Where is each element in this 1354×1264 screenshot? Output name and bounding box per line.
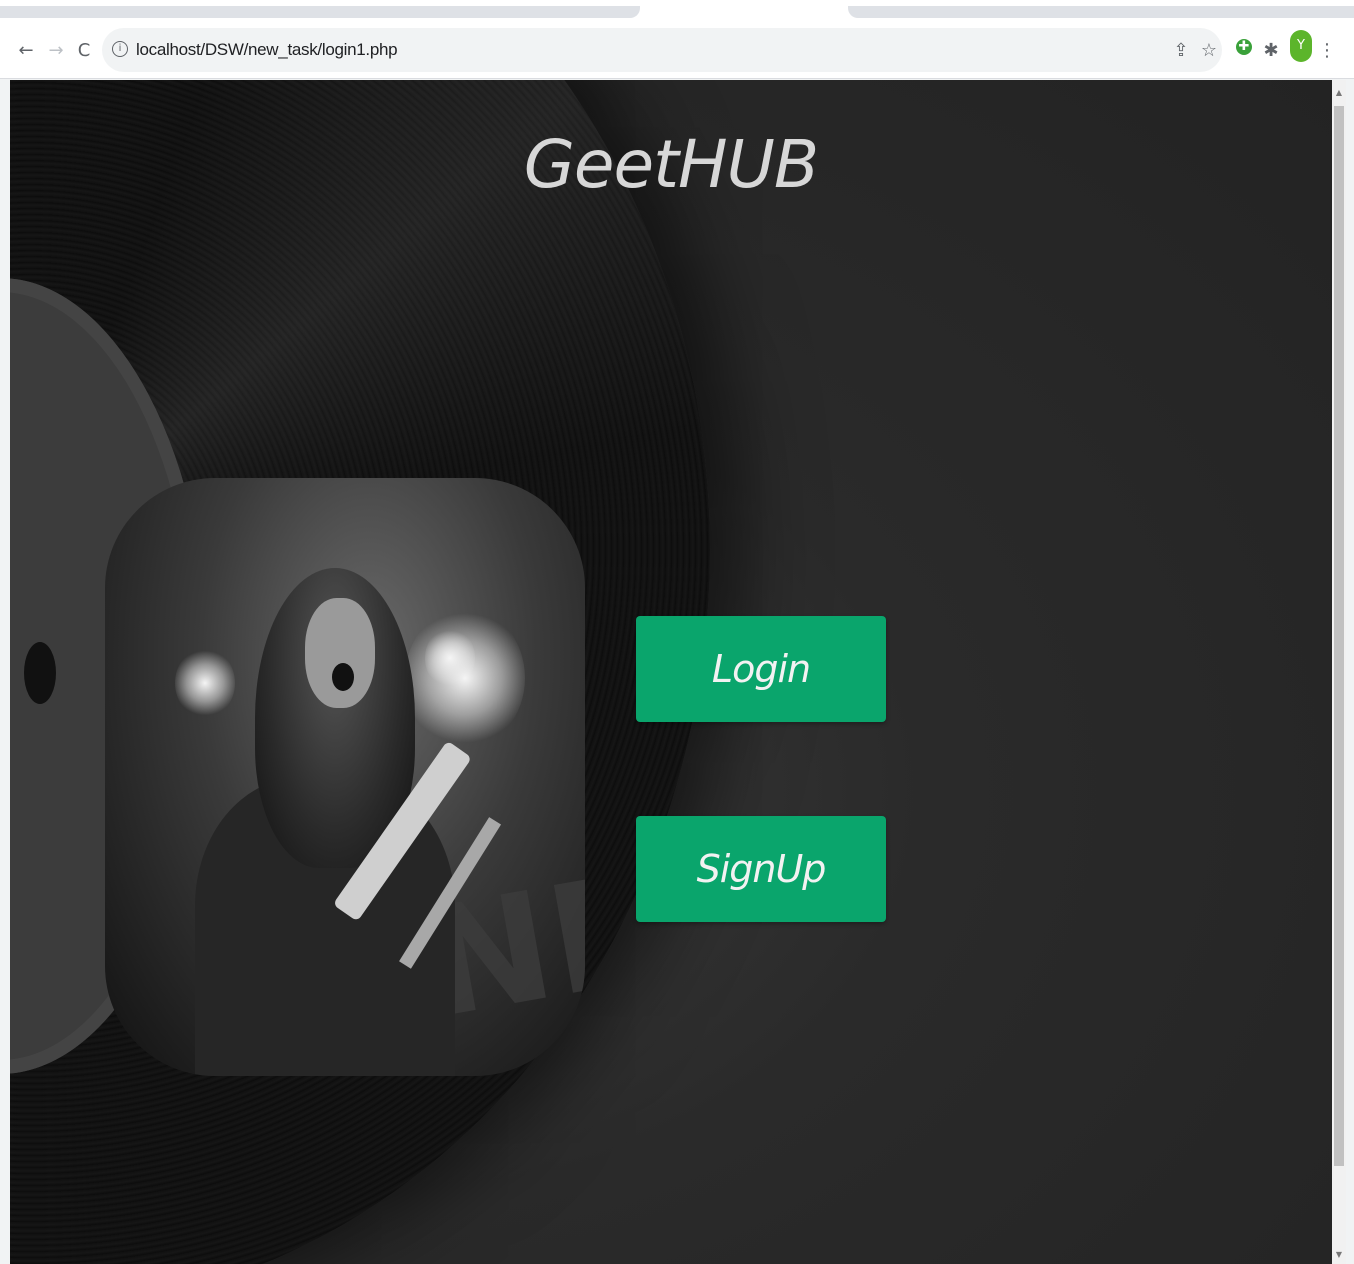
page-viewport: GeetHUB ND Login SignUp xyxy=(10,80,1332,1264)
scrollbar-thumb[interactable] xyxy=(1334,106,1344,1166)
stage-light xyxy=(425,628,475,688)
login-button[interactable]: Login xyxy=(636,616,886,722)
url-text[interactable]: localhost/DSW/new_task/login1.php xyxy=(136,40,398,60)
guitarist-mouth xyxy=(332,663,354,691)
vertical-scrollbar[interactable]: ▲ ▼ xyxy=(1332,80,1346,1264)
browser-toolbar: ← → C i localhost/DSW/new_task/login1.ph… xyxy=(0,22,1354,79)
record-spindle xyxy=(24,642,56,704)
guitarist-face xyxy=(305,598,375,708)
forward-button[interactable]: → xyxy=(42,36,70,64)
forward-arrow-icon: → xyxy=(48,39,64,61)
tab-strip xyxy=(0,0,1354,22)
reload-icon: C xyxy=(77,39,91,61)
tab-right[interactable] xyxy=(848,6,1354,18)
reload-button[interactable]: C xyxy=(70,36,98,64)
stage-light xyxy=(175,648,235,718)
tab-left[interactable] xyxy=(0,6,640,18)
back-button[interactable]: ← xyxy=(12,36,40,64)
extension-icon[interactable]: ✚ xyxy=(1236,39,1252,55)
scroll-up-arrow-icon[interactable]: ▲ xyxy=(1334,88,1344,98)
star-icon[interactable]: ☆ xyxy=(1196,36,1222,64)
avatar[interactable]: Y xyxy=(1290,30,1312,62)
scroll-down-arrow-icon[interactable]: ▼ xyxy=(1334,1250,1344,1260)
puzzle-icon[interactable]: ✱ xyxy=(1258,36,1284,64)
guitarist-photo: ND xyxy=(105,478,585,1076)
page-title: GeetHUB xyxy=(523,126,819,203)
back-arrow-icon: ← xyxy=(18,39,34,61)
signup-button[interactable]: SignUp xyxy=(636,816,886,922)
address-bar[interactable]: i localhost/DSW/new_task/login1.php ⇪ ☆ xyxy=(102,28,1222,72)
menu-icon[interactable]: ⋮ xyxy=(1314,36,1340,64)
share-icon[interactable]: ⇪ xyxy=(1168,36,1194,64)
site-info-icon[interactable]: i xyxy=(112,41,128,57)
